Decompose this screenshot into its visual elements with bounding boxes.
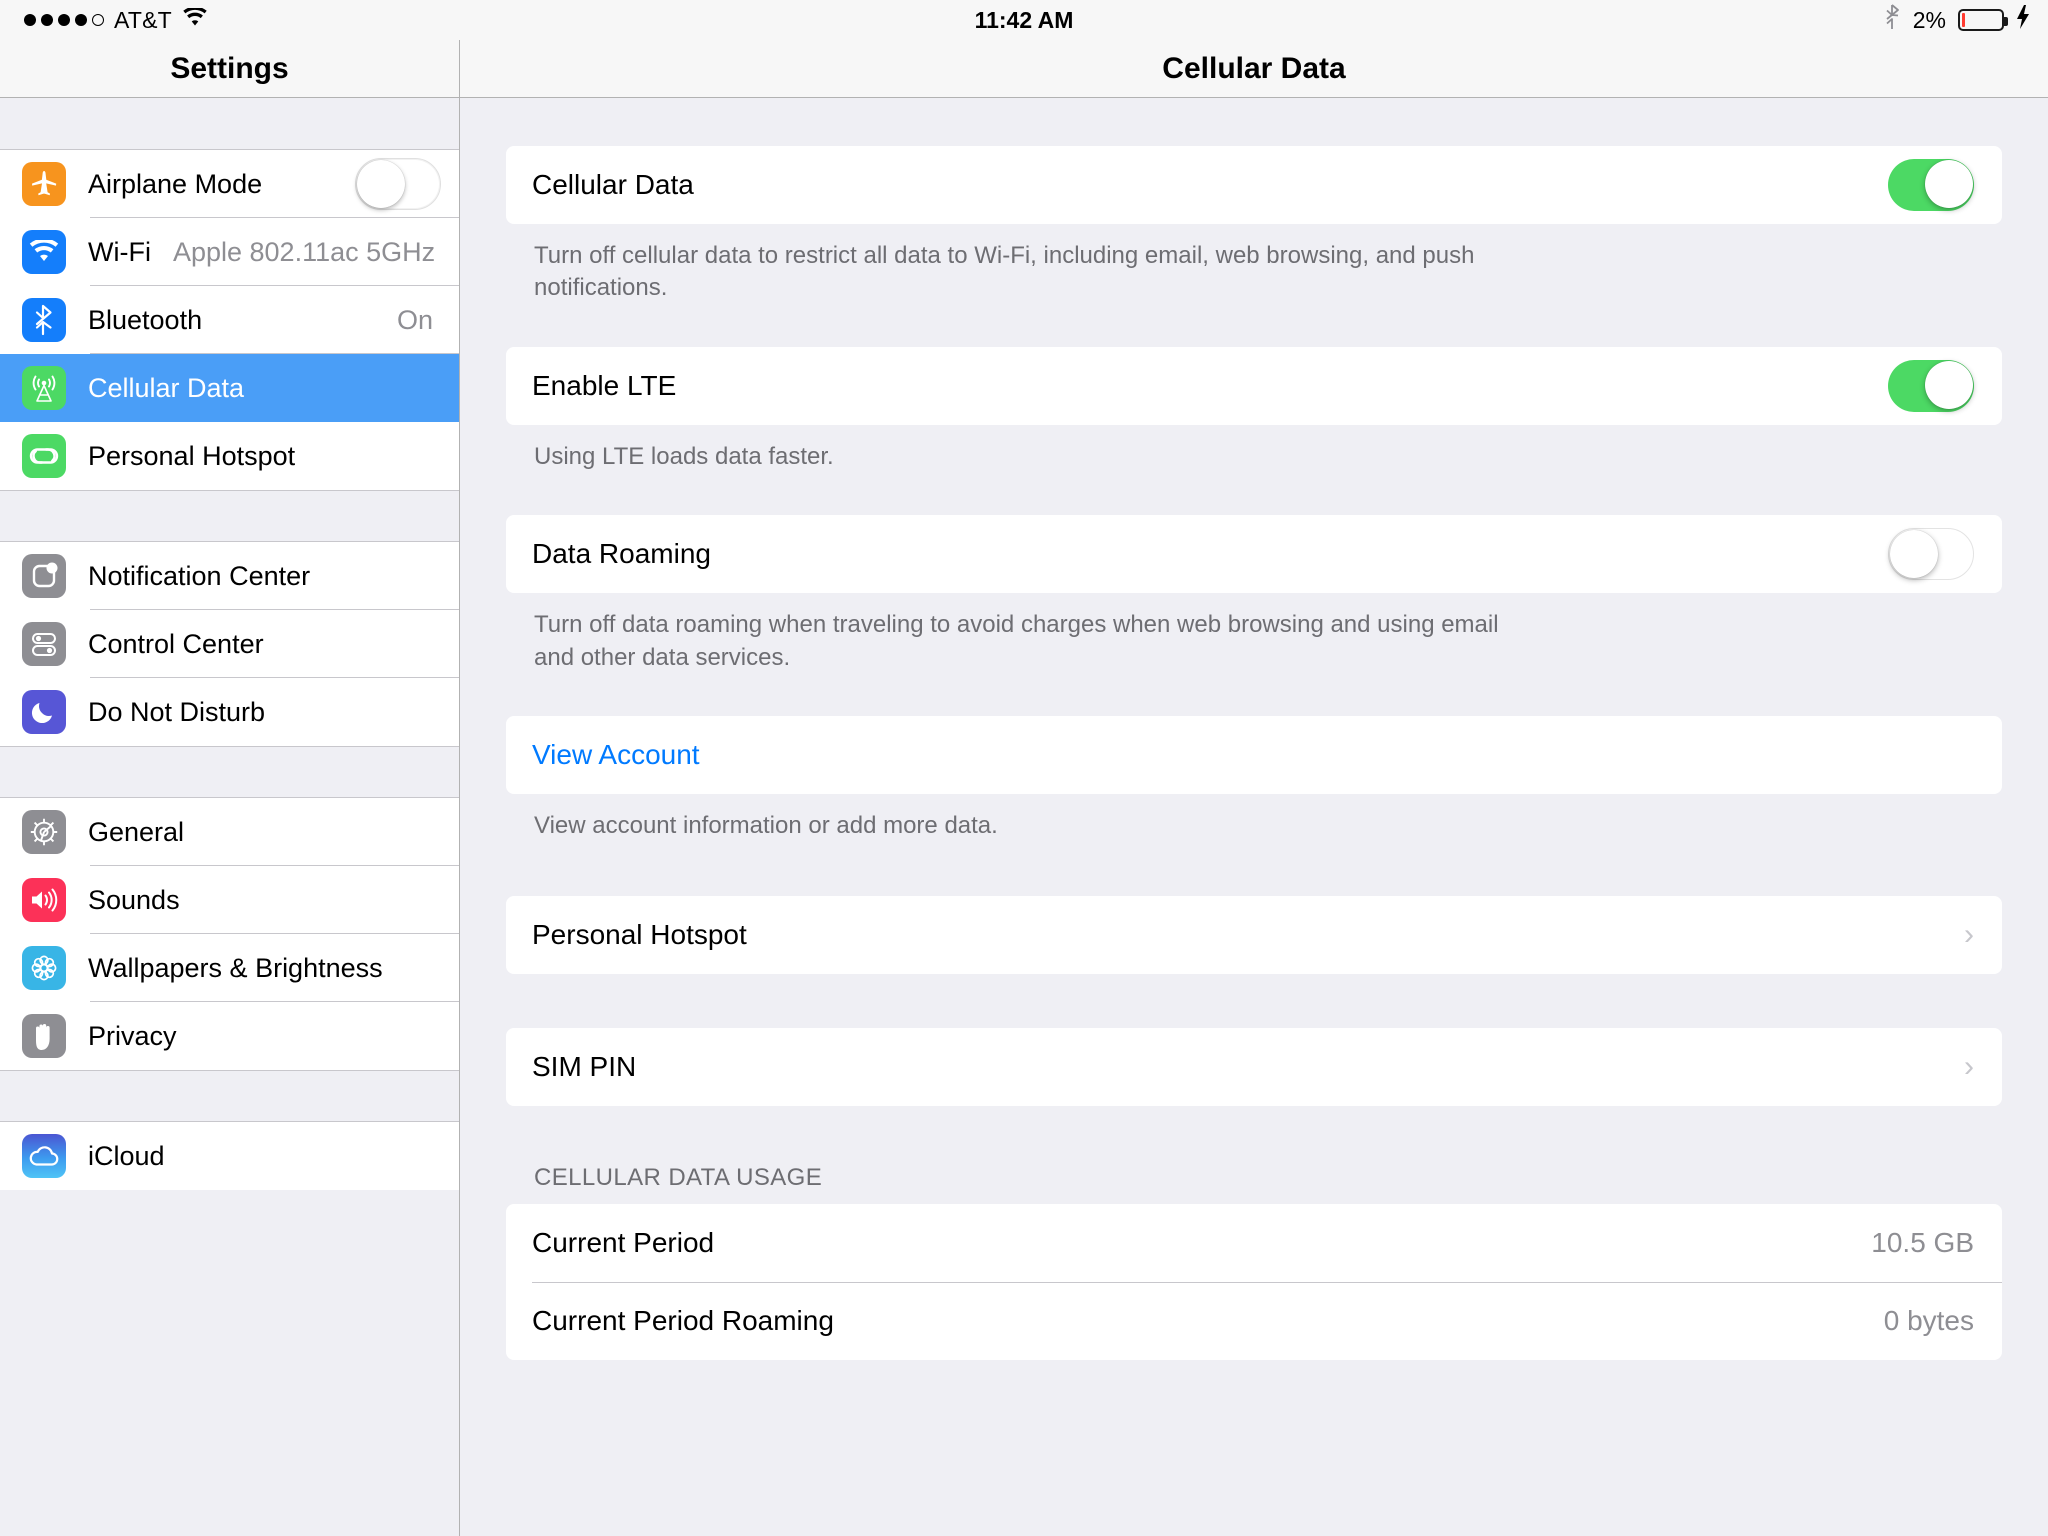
sidebar-group-accounts: iCloud xyxy=(0,1122,459,1190)
bluetooth-icon xyxy=(22,298,66,342)
data-roaming-row[interactable]: Data Roaming xyxy=(506,515,2002,593)
sidebar-item-do-not-disturb[interactable]: Do Not Disturb xyxy=(0,678,459,746)
cloud-icon xyxy=(22,1134,66,1178)
data-roaming-card: Data Roaming xyxy=(506,515,2002,594)
ipad-settings-screen: AT&T 11:42 AM 2% Settings Airplane Mode … xyxy=(0,0,2048,1536)
speaker-icon xyxy=(22,878,66,922)
cellular-data-usage-header: CELLULAR DATA USAGE xyxy=(534,1164,823,1192)
sim-pin-row[interactable]: SIM PIN › xyxy=(506,1028,2002,1106)
view-account-description: View account information or add more dat… xyxy=(534,811,998,839)
status-bar-clock: 11:42 AM xyxy=(974,6,1074,33)
settings-sidebar: Settings Airplane Mode Wi-Fi Apple 802.1… xyxy=(0,40,460,1536)
bluetooth-status: On xyxy=(396,304,433,335)
status-bar: AT&T 11:42 AM 2% xyxy=(0,0,2048,40)
control-center-icon xyxy=(22,622,66,666)
sidebar-item-personal-hotspot[interactable]: Personal Hotspot xyxy=(0,422,459,490)
data-roaming-toggle[interactable] xyxy=(1888,528,1974,581)
sidebar-item-label: Notification Center xyxy=(88,560,311,591)
sidebar-item-control-center[interactable]: Control Center xyxy=(0,610,459,678)
chevron-right-icon: › xyxy=(1964,918,1974,952)
sim-pin-card: SIM PIN › xyxy=(506,1028,2002,1107)
sidebar-group-spacer xyxy=(0,746,459,798)
enable-lte-row[interactable]: Enable LTE xyxy=(506,347,2002,425)
sidebar-group-spacer xyxy=(0,490,459,542)
enable-lte-card: Enable LTE xyxy=(506,346,2002,425)
sidebar-item-label: Wi-Fi xyxy=(88,236,151,267)
sidebar-item-label: Privacy xyxy=(88,1020,177,1051)
sidebar-item-label: Wallpapers & Brightness xyxy=(88,952,383,983)
current-period-row[interactable]: Current Period 10.5 GB xyxy=(506,1204,2002,1282)
cellular-data-toggle[interactable] xyxy=(1888,159,1974,211)
hotspot-link-icon xyxy=(22,434,66,478)
sidebar-item-label: Control Center xyxy=(88,628,264,659)
view-account-label[interactable]: View Account xyxy=(532,739,700,771)
current-period-label: Current Period xyxy=(532,1227,715,1259)
enable-lte-description: Using LTE loads data faster. xyxy=(534,442,834,470)
sidebar-title: Settings xyxy=(0,40,459,98)
sidebar-item-label: Sounds xyxy=(88,884,180,915)
detail-pane: Cellular Data Cellular Data Turn off cel… xyxy=(460,40,2048,1536)
sidebar-group-spacer xyxy=(0,1070,459,1122)
sidebar-item-sounds[interactable]: Sounds xyxy=(0,866,459,934)
sidebar-group-spacer xyxy=(0,98,459,150)
cellular-data-row[interactable]: Cellular Data xyxy=(506,146,2002,224)
sidebar-item-privacy[interactable]: Privacy xyxy=(0,1002,459,1070)
sidebar-item-notification-center[interactable]: Notification Center xyxy=(0,542,459,610)
view-account-row[interactable]: View Account xyxy=(506,716,2002,794)
moon-icon xyxy=(22,690,66,734)
hand-icon xyxy=(22,1014,66,1058)
sidebar-item-cellular-data[interactable]: Cellular Data xyxy=(0,354,459,422)
view-account-card: View Account xyxy=(506,715,2002,794)
current-period-value: 10.5 GB xyxy=(1871,1227,1974,1259)
sidebar-item-general[interactable]: General xyxy=(0,798,459,866)
sidebar-item-bluetooth[interactable]: Bluetooth On xyxy=(0,286,459,354)
current-period-roaming-label: Current Period Roaming xyxy=(532,1305,834,1337)
data-roaming-label: Data Roaming xyxy=(532,538,711,570)
current-period-roaming-value: 0 bytes xyxy=(1883,1305,1974,1337)
flower-icon xyxy=(22,946,66,990)
gear-icon xyxy=(22,810,66,854)
enable-lte-label: Enable LTE xyxy=(532,369,677,401)
sidebar-item-label: General xyxy=(88,816,185,847)
sidebar-item-wifi[interactable]: Wi-Fi Apple 802.11ac 5GHz xyxy=(0,218,459,286)
sidebar-item-label: iCloud xyxy=(88,1140,165,1171)
wifi-icon xyxy=(22,230,66,274)
sidebar-group-connectivity: Airplane Mode Wi-Fi Apple 802.11ac 5GHz … xyxy=(0,150,459,490)
sim-pin-label: SIM PIN xyxy=(532,1051,637,1083)
personal-hotspot-card: Personal Hotspot › xyxy=(506,896,2002,975)
cell-tower-icon xyxy=(22,366,66,410)
sidebar-item-wallpapers-brightness[interactable]: Wallpapers & Brightness xyxy=(0,934,459,1002)
airplane-mode-toggle[interactable] xyxy=(355,158,441,210)
airplane-icon xyxy=(22,162,66,206)
sidebar-group-system: General Sounds Wallpapers & Brightness P… xyxy=(0,798,459,1070)
current-period-roaming-row[interactable]: Current Period Roaming 0 bytes xyxy=(506,1282,2002,1360)
detail-title: Cellular Data xyxy=(460,40,2048,98)
sidebar-scroll-area[interactable]: Airplane Mode Wi-Fi Apple 802.11ac 5GHz … xyxy=(0,98,459,1536)
data-roaming-description: Turn off data roaming when traveling to … xyxy=(534,611,1499,671)
sidebar-item-label: Do Not Disturb xyxy=(88,696,266,727)
cellular-data-usage-card: Current Period 10.5 GB Current Period Ro… xyxy=(506,1204,2002,1361)
detail-scroll-area[interactable]: Cellular Data Turn off cellular data to … xyxy=(460,98,2048,1536)
sidebar-item-label: Airplane Mode xyxy=(88,168,263,199)
enable-lte-toggle[interactable] xyxy=(1888,359,1974,412)
cellular-data-description: Turn off cellular data to restrict all d… xyxy=(534,242,1475,302)
cellular-data-card: Cellular Data xyxy=(506,146,2002,224)
sidebar-item-label: Cellular Data xyxy=(88,372,245,403)
sidebar-item-label: Bluetooth xyxy=(88,304,203,335)
notification-center-icon xyxy=(22,554,66,598)
wifi-network-name: Apple 802.11ac 5GHz xyxy=(172,236,436,267)
sidebar-item-icloud[interactable]: iCloud xyxy=(0,1122,459,1190)
sidebar-group-notifications: Notification Center Control Center Do No… xyxy=(0,542,459,746)
sidebar-item-airplane-mode[interactable]: Airplane Mode xyxy=(0,150,459,218)
sidebar-item-label: Personal Hotspot xyxy=(88,440,296,471)
chevron-right-icon: › xyxy=(1964,1050,1974,1084)
personal-hotspot-row[interactable]: Personal Hotspot › xyxy=(506,896,2002,974)
battery-icon xyxy=(1958,9,2008,31)
personal-hotspot-label: Personal Hotspot xyxy=(532,919,747,951)
cellular-data-label: Cellular Data xyxy=(532,169,694,200)
